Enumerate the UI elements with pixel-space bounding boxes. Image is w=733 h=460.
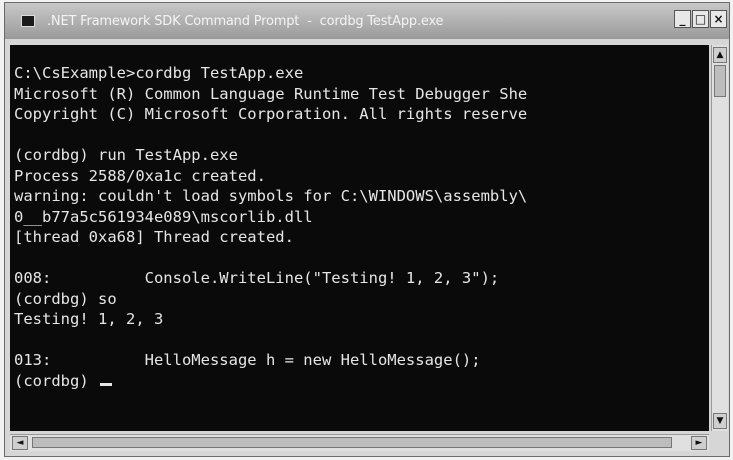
vertical-scroll-thumb[interactable]: [714, 65, 726, 97]
console-prompt-line[interactable]: (cordbg): [14, 371, 709, 392]
console-app-icon: [21, 15, 35, 27]
title-bar[interactable]: .NET Framework SDK Command Prompt - cordbg…: [5, 3, 729, 39]
minimize-button[interactable]: _: [674, 10, 691, 28]
console-line: Microsoft (R) Common Language Runtime Te…: [14, 84, 528, 103]
horizontal-scrollbar[interactable]: ◄ ►: [10, 434, 709, 451]
window-title-command: cordbg TestApp.exe: [319, 13, 444, 29]
console-line: [thread 0xa68] Thread created.: [14, 228, 294, 246]
window-controls: _ □ ×: [674, 10, 727, 28]
console-line: Copyright (C) Microsoft Corporation. All…: [14, 105, 528, 123]
scroll-left-arrow-icon[interactable]: ◄: [12, 436, 28, 450]
scroll-right-arrow-icon[interactable]: ►: [691, 436, 707, 450]
console-line: 013: HelloMessage h = new HelloMessage()…: [14, 351, 481, 369]
console-line: 008: Console.WriteLine("Testing! 1, 2, 3…: [14, 269, 500, 287]
console-line: (cordbg) run TestApp.exe: [14, 146, 238, 164]
scroll-up-arrow-icon[interactable]: ▲: [713, 47, 727, 63]
console-prompt: (cordbg): [14, 371, 98, 390]
console-output[interactable]: C:\CsExample>cordbg TestApp.exe Microsof…: [10, 45, 709, 431]
console-line: 0__b77a5c561934e089\mscorlib.dll: [14, 207, 313, 226]
console-line: Testing! 1, 2, 3: [14, 310, 164, 328]
resize-grip[interactable]: [711, 434, 728, 451]
console-line: warning: couldn't load symbols for C:\WI…: [14, 187, 528, 205]
close-button[interactable]: ×: [710, 10, 727, 28]
window-title: .NET Framework SDK Command Prompt - cordbg…: [47, 13, 444, 29]
horizontal-scroll-thumb[interactable]: [32, 437, 672, 448]
maximize-button[interactable]: □: [692, 10, 709, 28]
title-separator: -: [307, 13, 312, 29]
window-title-text: .NET Framework SDK Command Prompt: [47, 13, 300, 29]
scroll-down-arrow-icon[interactable]: ▼: [713, 413, 727, 429]
console-line: (cordbg) so: [14, 289, 117, 308]
console-window: .NET Framework SDK Command Prompt - cordbg…: [4, 2, 730, 457]
vertical-scrollbar[interactable]: ▲ ▼: [711, 45, 728, 431]
text-cursor: [100, 382, 112, 386]
console-line: C:\CsExample>cordbg TestApp.exe: [14, 64, 304, 82]
console-line: Process 2588/0xa1c created.: [14, 166, 266, 185]
